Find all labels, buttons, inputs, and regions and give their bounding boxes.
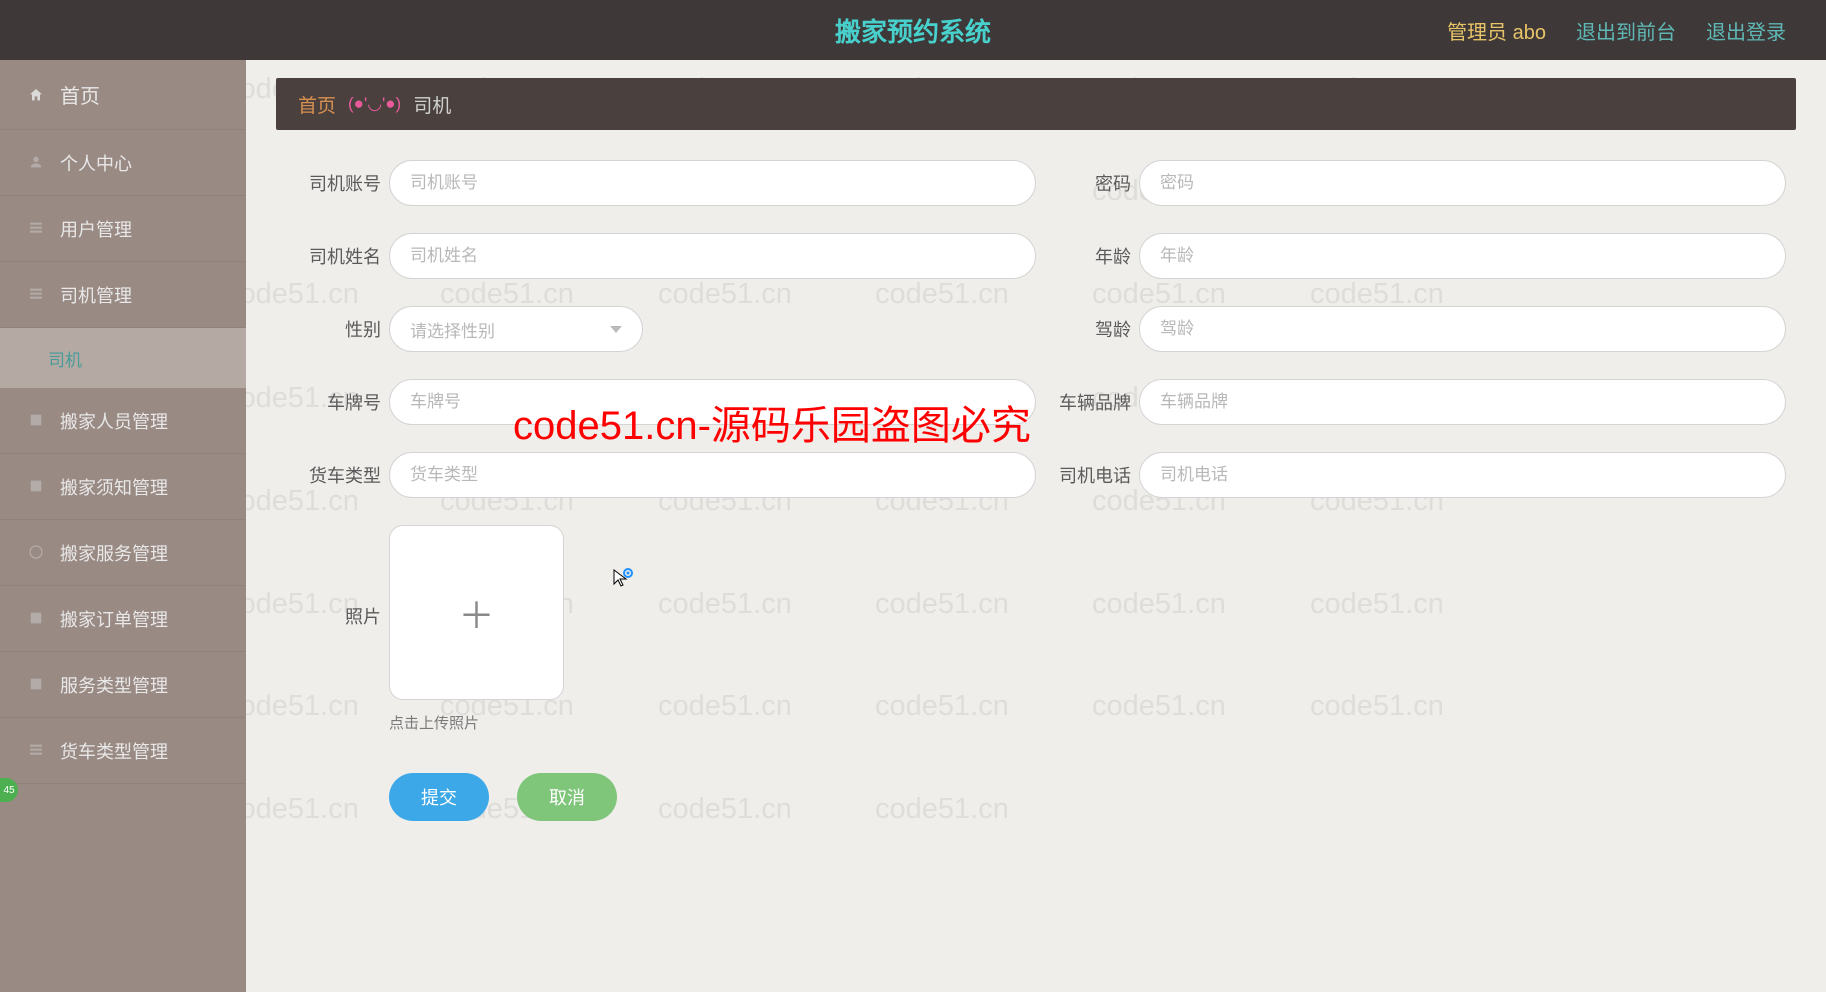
- label-driver-name: 司机姓名: [286, 243, 381, 269]
- sidebar-item-label: 搬家服务管理: [60, 540, 168, 566]
- sidebar-sub-label: 司机: [48, 346, 82, 371]
- label-brand: 车辆品牌: [1036, 389, 1131, 415]
- input-driver-name[interactable]: [389, 233, 1036, 279]
- breadcrumb-current: 司机: [413, 91, 451, 118]
- driver-icon: [28, 286, 46, 304]
- label-gender: 性别: [286, 316, 381, 342]
- sidebar-item-label: 司机管理: [60, 282, 132, 308]
- app-title: 搬家预约系统: [835, 12, 991, 49]
- upload-photo[interactable]: ＋: [389, 525, 564, 700]
- type-icon: [28, 676, 46, 694]
- input-phone[interactable]: [1139, 452, 1786, 498]
- sidebar-sub-driver[interactable]: 司机: [0, 328, 246, 388]
- sidebar-item-label: 个人中心: [60, 150, 132, 176]
- sidebar-item-orders[interactable]: 搬家订单管理: [0, 586, 246, 652]
- select-gender-placeholder: 请选择性别: [410, 317, 495, 342]
- logout-link[interactable]: 退出登录: [1706, 16, 1786, 45]
- label-photo: 照片: [286, 603, 381, 629]
- admin-label[interactable]: 管理员 abo: [1447, 16, 1546, 45]
- order-icon: [28, 610, 46, 628]
- sidebar-item-label: 服务类型管理: [60, 672, 168, 698]
- breadcrumb-face: (●'◡'●): [348, 94, 401, 114]
- label-truck-type: 货车类型: [286, 462, 381, 488]
- home-icon: [28, 86, 46, 104]
- sidebar-item-service-type[interactable]: 服务类型管理: [0, 652, 246, 718]
- select-gender[interactable]: 请选择性别: [389, 306, 643, 352]
- label-driver-account: 司机账号: [286, 170, 381, 196]
- people-icon: [28, 412, 46, 430]
- to-front-link[interactable]: 退出到前台: [1576, 16, 1676, 45]
- sidebar-item-label: 货车类型管理: [60, 738, 168, 764]
- sidebar-item-service[interactable]: 搬家服务管理: [0, 520, 246, 586]
- list-icon: [28, 220, 46, 238]
- sidebar-item-label: 用户管理: [60, 216, 132, 242]
- label-password: 密码: [1036, 170, 1131, 196]
- service-icon: [28, 544, 46, 562]
- chevron-down-icon: [610, 326, 622, 333]
- label-phone: 司机电话: [1036, 462, 1131, 488]
- input-plate[interactable]: [389, 379, 1036, 425]
- sidebar-item-drivers[interactable]: 司机管理: [0, 262, 246, 328]
- input-password[interactable]: [1139, 160, 1786, 206]
- sidebar-item-label: 搬家订单管理: [60, 606, 168, 632]
- sidebar-item-label: 搬家人员管理: [60, 408, 168, 434]
- input-brand[interactable]: [1139, 379, 1786, 425]
- label-plate: 车牌号: [286, 389, 381, 415]
- sidebar-item-users[interactable]: 用户管理: [0, 196, 246, 262]
- sidebar-item-home[interactable]: 首页: [0, 60, 246, 130]
- sidebar-item-label: 首页: [60, 80, 100, 109]
- label-drive-age: 驾龄: [1036, 316, 1131, 342]
- driver-form: 司机账号 密码 司机姓名 年龄: [276, 130, 1796, 821]
- sidebar-item-notice[interactable]: 搬家须知管理: [0, 454, 246, 520]
- input-drive-age[interactable]: [1139, 306, 1786, 352]
- sidebar-item-movers[interactable]: 搬家人员管理: [0, 388, 246, 454]
- cancel-button[interactable]: 取消: [517, 773, 617, 821]
- doc-icon: [28, 478, 46, 496]
- main-area: 首页 (●'◡'●) 司机 司机账号 密码 司机姓名: [246, 60, 1826, 992]
- submit-button[interactable]: 提交: [389, 773, 489, 821]
- sidebar-item-label: 搬家须知管理: [60, 474, 168, 500]
- breadcrumb: 首页 (●'◡'●) 司机: [276, 78, 1796, 130]
- sidebar: 首页 个人中心 用户管理 司机管理 司机 搬家人员管理 搬家须知管理 搬家服务管…: [0, 60, 246, 992]
- upload-hint: 点击上传照片: [389, 712, 564, 733]
- plus-icon: ＋: [458, 587, 494, 639]
- label-age: 年龄: [1036, 243, 1131, 269]
- input-truck-type[interactable]: [389, 452, 1036, 498]
- input-driver-account[interactable]: [389, 160, 1036, 206]
- user-icon: [28, 154, 46, 172]
- input-age[interactable]: [1139, 233, 1786, 279]
- app-header: 搬家预约系统 管理员 abo 退出到前台 退出登录: [0, 0, 1826, 60]
- sidebar-item-truck-type[interactable]: 货车类型管理: [0, 718, 246, 784]
- truck-icon: [28, 742, 46, 760]
- sidebar-item-profile[interactable]: 个人中心: [0, 130, 246, 196]
- breadcrumb-home[interactable]: 首页: [298, 91, 336, 118]
